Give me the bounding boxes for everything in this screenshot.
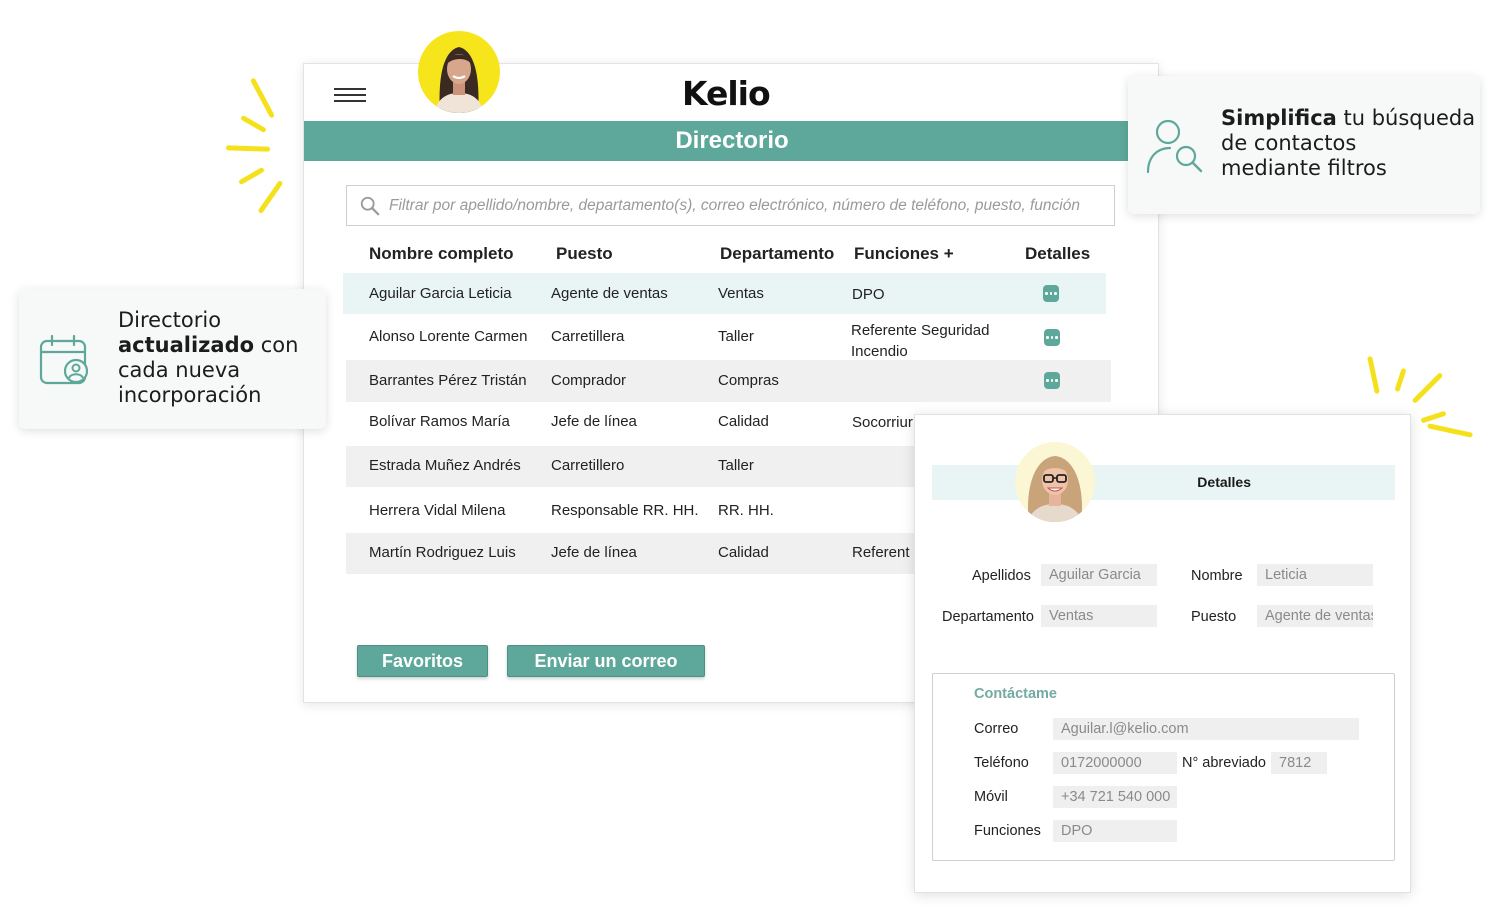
cell-departamento: Calidad: [718, 413, 769, 430]
departamento-field[interactable]: [1041, 605, 1157, 627]
cell-nombre: Bolívar Ramos María: [369, 413, 510, 430]
favoritos-button[interactable]: Favoritos: [357, 645, 488, 677]
send-email-button[interactable]: Enviar un correo: [507, 645, 705, 677]
callout-line: cada nueva: [118, 358, 241, 382]
kelio-logo: Kelio: [682, 74, 771, 113]
cell-departamento: Taller: [718, 328, 754, 345]
search-icon: [360, 196, 380, 215]
cell-nombre: Alonso Lorente Carmen: [369, 328, 528, 345]
column-header-nombre[interactable]: Nombre completo: [369, 244, 514, 264]
contact-section: Contáctame Correo Teléfono N° abreviado …: [932, 673, 1395, 861]
correo-field[interactable]: [1053, 718, 1359, 740]
correo-label: Correo: [974, 721, 1019, 737]
decorative-ray: [225, 145, 271, 152]
details-panel: Detalles Apellidos Nombre Departamento P…: [914, 414, 1411, 893]
cell-funciones: DPO: [852, 286, 885, 303]
decorative-ray: [257, 180, 284, 214]
cell-puesto: Jefe de línea: [551, 544, 637, 561]
cell-departamento: RR. HH.: [718, 502, 774, 519]
movil-label: Móvil: [974, 789, 1008, 805]
callout-text: tu búsqueda: [1336, 106, 1476, 130]
callout-line: Simplifica tu búsqueda: [1221, 106, 1475, 131]
nombre-field[interactable]: [1257, 564, 1373, 586]
column-header-funciones[interactable]: Funciones +: [854, 244, 954, 264]
cell-puesto: Agente de ventas: [551, 285, 668, 302]
cell-funciones: Socorriur: [852, 414, 913, 431]
cell-departamento: Ventas: [718, 285, 764, 302]
details-icon[interactable]: [1043, 285, 1059, 302]
decorative-ray: [1394, 367, 1407, 393]
details-icon[interactable]: [1044, 372, 1060, 389]
details-icon[interactable]: [1044, 329, 1060, 346]
funciones-label: Funciones: [974, 823, 1041, 839]
person-photo-icon: [1027, 456, 1083, 522]
decorative-ray: [240, 114, 267, 134]
hamburger-menu-icon[interactable]: [334, 88, 366, 104]
puesto-field[interactable]: [1257, 605, 1373, 627]
cell-departamento: Calidad: [718, 544, 769, 561]
callout-line: incorporación: [118, 383, 262, 407]
decorative-ray: [1426, 423, 1474, 438]
contact-avatar: [1015, 442, 1095, 522]
search-bar[interactable]: [346, 185, 1115, 226]
departamento-label: Departamento: [942, 609, 1034, 625]
funciones-field[interactable]: [1053, 820, 1177, 842]
callout-directory-updated: Directorio actualizado con cada nueva in…: [19, 289, 326, 429]
page-title: Directorio: [304, 121, 1160, 161]
callout-line: de contactos: [1221, 131, 1357, 155]
cell-puesto: Carretillera: [551, 328, 625, 345]
apellidos-field[interactable]: [1041, 564, 1157, 586]
user-avatar: [418, 31, 500, 113]
column-header-detalles: Detalles: [1025, 244, 1091, 263]
search-input[interactable]: [389, 196, 1114, 215]
person-photo-icon: [434, 47, 484, 113]
abreviado-label: N° abreviado: [1182, 755, 1266, 771]
callout-bold: Simplifica: [1221, 106, 1337, 130]
column-header-puesto[interactable]: Puesto: [556, 244, 613, 264]
callout-search-filters: Simplifica tu búsqueda de contactos medi…: [1128, 76, 1480, 214]
cell-puesto: Carretillero: [551, 457, 625, 474]
cell-puesto: Responsable RR. HH.: [551, 502, 699, 519]
cell-departamento: Taller: [718, 457, 754, 474]
decorative-ray: [238, 166, 265, 186]
callout-text: con: [254, 333, 299, 357]
logo-text: Kelio: [682, 74, 771, 113]
apellidos-label: Apellidos: [972, 568, 1031, 584]
contact-title: Contáctame: [974, 686, 1057, 702]
decorative-ray: [249, 77, 276, 119]
column-header-departamento[interactable]: Departamento: [720, 244, 834, 264]
cell-nombre: Estrada Muñez Andrés: [369, 457, 521, 474]
nombre-label: Nombre: [1191, 568, 1243, 584]
telefono-label: Teléfono: [974, 755, 1029, 771]
puesto-label: Puesto: [1191, 609, 1237, 625]
movil-field[interactable]: [1053, 786, 1177, 808]
callout-line: Directorio: [118, 308, 222, 332]
callout-bold: actualizado: [118, 333, 255, 357]
details-header: Detalles: [932, 465, 1395, 500]
table-row[interactable]: Aguilar Garcia Leticia Agente de ventas …: [343, 273, 1106, 314]
telefono-field[interactable]: [1053, 752, 1177, 774]
cell-departamento: Compras: [718, 372, 779, 389]
decorative-ray: [1367, 355, 1380, 395]
abreviado-field[interactable]: [1271, 752, 1327, 774]
decorative-ray: [1411, 372, 1444, 404]
cell-nombre: Aguilar Garcia Leticia: [369, 285, 512, 302]
callout-line: mediante filtros: [1221, 156, 1387, 180]
cell-nombre: Herrera Vidal Milena: [369, 502, 506, 519]
cell-puesto: Jefe de línea: [551, 413, 637, 430]
cell-funciones: Referente Seguridad Incendio: [851, 322, 990, 360]
table-row[interactable]: Barrantes Pérez Tristán Comprador Compra…: [346, 360, 1111, 402]
decorative-ray: [1420, 410, 1447, 424]
cell-puesto: Comprador: [551, 372, 627, 389]
cell-nombre: Martín Rodriguez Luis: [369, 544, 516, 561]
calendar-user-icon: [39, 334, 89, 385]
table-row[interactable]: Alonso Lorente Carmen Carretillera Talle…: [346, 314, 1112, 360]
callout-line: actualizado con: [118, 333, 298, 358]
user-search-icon: [1146, 119, 1203, 174]
cell-nombre: Barrantes Pérez Tristán: [369, 372, 527, 389]
cell-funciones: Referent: [852, 544, 910, 561]
